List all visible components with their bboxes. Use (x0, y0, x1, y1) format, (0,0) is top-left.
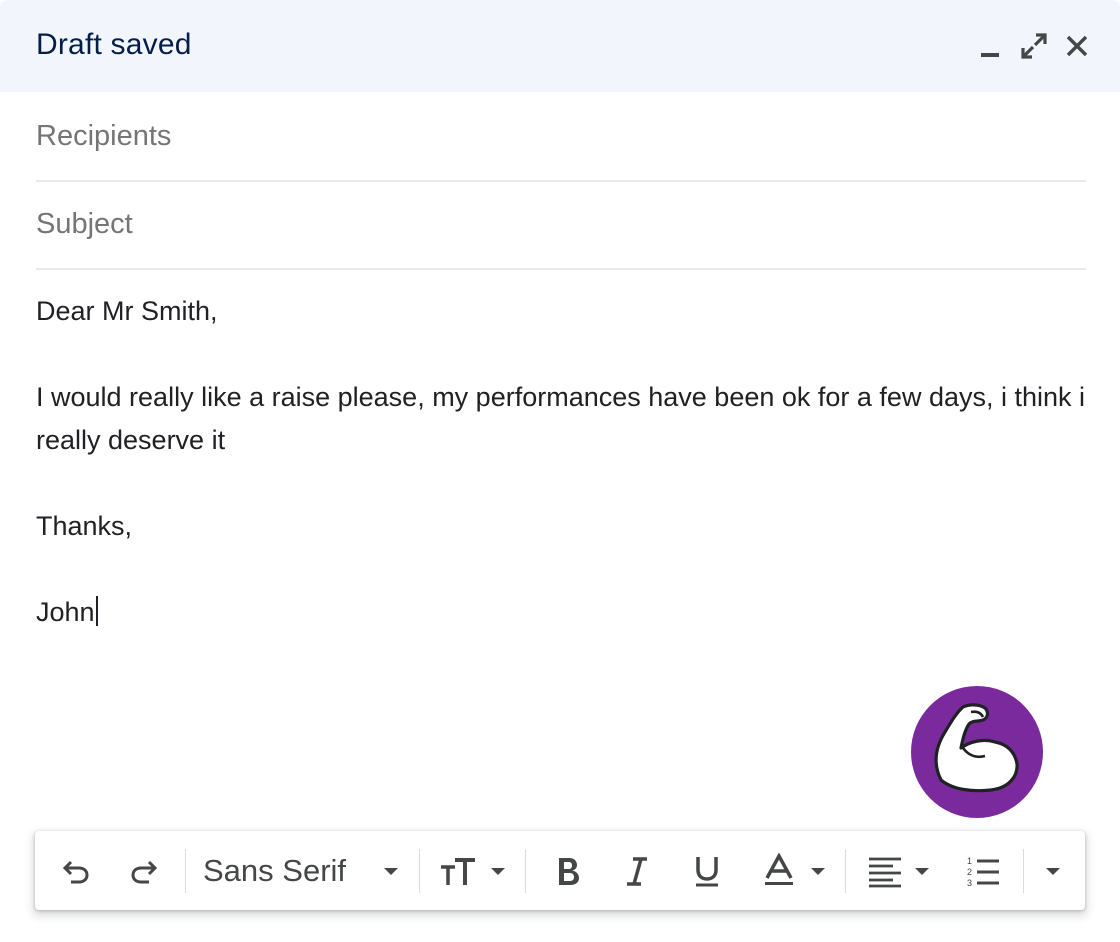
toolbar-separator (845, 849, 846, 893)
font-family-dropdown[interactable]: Sans Serif (203, 831, 403, 910)
body-signature-line: John (36, 591, 1086, 634)
formatting-toolbar: Sans Serif 1 2 3 (35, 831, 1085, 910)
text-size-button[interactable] (433, 831, 513, 910)
text-color-icon (765, 852, 825, 885)
svg-text:2: 2 (967, 867, 972, 877)
svg-text:1: 1 (967, 856, 972, 866)
more-options-icon (1046, 867, 1060, 875)
font-family-label: Sans Serif (203, 852, 347, 888)
underline-button[interactable] (685, 831, 729, 910)
body-signature: John (36, 597, 95, 627)
expand-icon (1021, 33, 1047, 59)
minimize-icon (981, 53, 999, 57)
svg-text:3: 3 (967, 878, 972, 888)
undo-button[interactable] (53, 831, 97, 910)
body-paragraph: I would really like a raise please, my p… (36, 382, 1086, 455)
italic-icon (627, 856, 647, 886)
recipients-row (36, 92, 1086, 182)
toolbar-separator (525, 849, 526, 893)
body-closing: Thanks, (36, 511, 133, 541)
message-body[interactable]: Dear Mr Smith, I would really like a rai… (36, 290, 1086, 634)
assistant-fab-button[interactable] (911, 686, 1043, 818)
subject-input[interactable] (36, 204, 1076, 244)
close-icon (1066, 35, 1088, 57)
bold-button[interactable] (545, 831, 589, 910)
redo-icon (131, 860, 158, 883)
chevron-down-icon (384, 867, 398, 875)
subject-row (36, 180, 1086, 270)
undo-icon (62, 860, 89, 883)
numbered-list-icon: 1 2 3 (967, 856, 999, 888)
underline-icon (696, 856, 718, 886)
minimize-button[interactable] (974, 30, 1006, 62)
flexed-bicep-icon (934, 703, 1019, 793)
font-dropdown-arrow[interactable] (377, 831, 405, 910)
close-button[interactable] (1061, 30, 1093, 62)
more-options-button[interactable] (1035, 831, 1071, 910)
align-button[interactable] (863, 831, 939, 910)
toolbar-separator (185, 849, 186, 893)
align-icon (869, 857, 929, 887)
toolbar-separator (1023, 849, 1024, 893)
numbered-list-button[interactable]: 1 2 3 (959, 831, 1007, 910)
bold-icon (559, 857, 579, 885)
text-cursor (95, 596, 98, 626)
text-size-icon (441, 857, 505, 885)
redo-button[interactable] (123, 831, 167, 910)
draft-status-title: Draft saved (36, 28, 192, 61)
toolbar-separator (419, 849, 420, 893)
italic-button[interactable] (615, 831, 659, 910)
text-color-button[interactable] (755, 831, 835, 910)
expand-button[interactable] (1018, 30, 1050, 62)
recipients-input[interactable] (36, 116, 1076, 156)
compose-header: Draft saved (0, 0, 1120, 92)
body-greeting: Dear Mr Smith, (36, 296, 218, 326)
